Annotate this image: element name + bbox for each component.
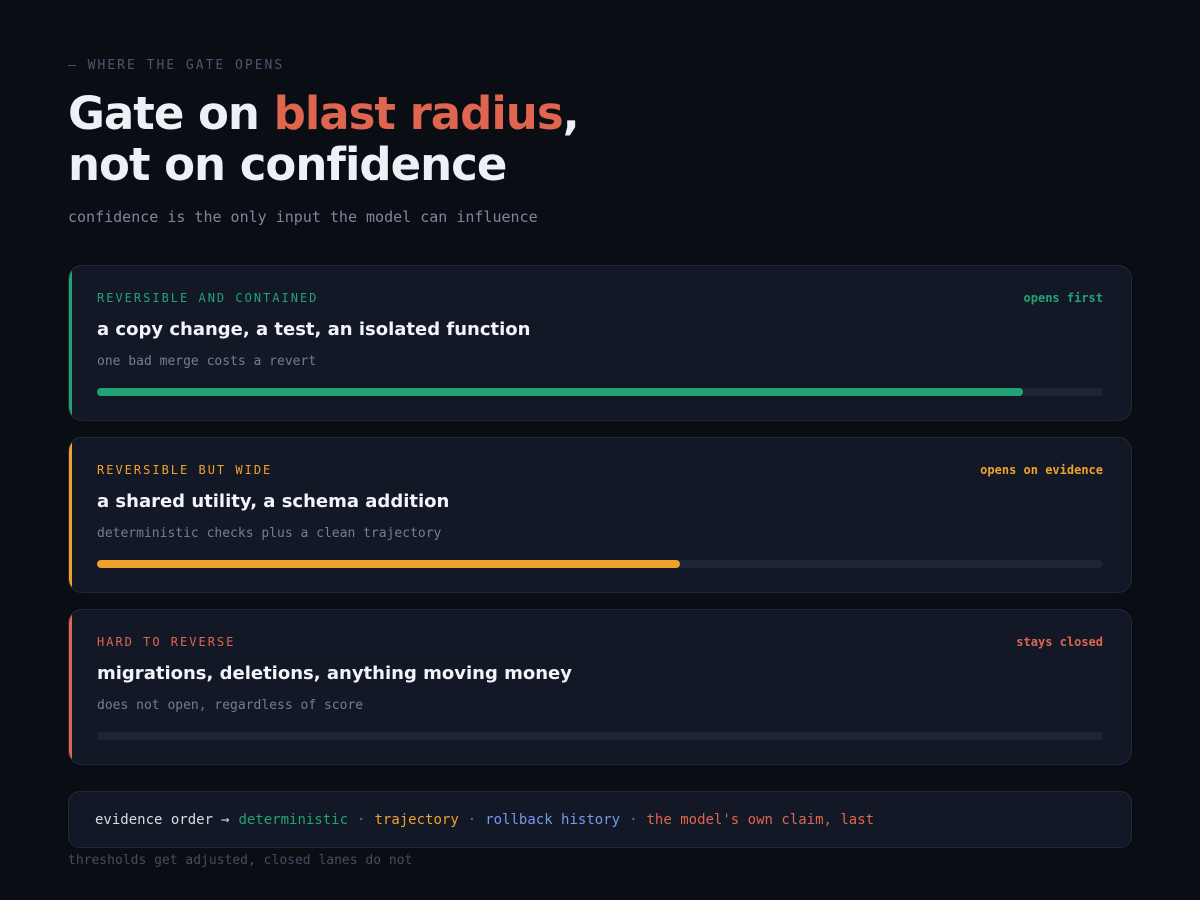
lane-label: REVERSIBLE AND CONTAINED [97,291,319,305]
page-subtitle: confidence is the only input the model c… [68,208,538,226]
page-title: Gate on blast radius, not on confidence [68,87,580,191]
lane-accent-stripe [69,610,72,764]
evidence-item-trajectory: trajectory [374,811,459,828]
lane-progress-fill [97,388,1023,396]
headline-part-2: , [562,87,580,140]
evidence-order-label: evidence order [95,811,214,828]
lane-title: a copy change, a test, an isolated funct… [97,319,531,340]
lane-accent-stripe [69,266,72,420]
section-eyebrow: — WHERE THE GATE OPENS [68,58,285,73]
lane-description: deterministic checks plus a clean trajec… [97,526,442,541]
lane-progress-fill [97,560,681,568]
headline-part-1: Gate on [68,87,274,140]
lane-label: HARD TO REVERSE [97,635,236,649]
evidence-order-panel: evidence order → deterministic · traject… [68,791,1132,848]
dot-separator: · [357,811,366,828]
lane-description: one bad merge costs a revert [97,354,317,369]
dot-separator: · [467,811,477,828]
dot-separator: · [629,811,638,828]
lane-label: REVERSIBLE BUT WIDE [97,463,273,477]
lane-progress-track [97,732,1103,740]
lane-status: opens first [1023,291,1103,305]
lane-title: a shared utility, a schema addition [97,491,450,512]
lane-card-reversible-wide: REVERSIBLE BUT WIDE opens on evidence a … [68,437,1132,593]
evidence-item-deterministic: deterministic [238,811,349,828]
evidence-item-model-claim: the model's own claim, last [646,811,875,828]
headline-accent: blast radius [273,87,564,140]
footnote: thresholds get adjusted, closed lanes do… [68,853,413,868]
lane-status: opens on evidence [980,463,1103,477]
evidence-item-rollback-history: rollback history [485,811,621,828]
arrow-right-icon: → [221,811,230,828]
lane-card-reversible-contained: REVERSIBLE AND CONTAINED opens first a c… [68,265,1132,421]
lane-accent-stripe [69,438,72,592]
lane-status: stays closed [1016,635,1103,649]
lane-progress-track [97,560,1103,568]
lane-title: migrations, deletions, anything moving m… [97,663,572,684]
lane-description: does not open, regardless of score [97,698,364,713]
lane-progress-track [97,388,1103,396]
lane-card-hard-to-reverse: HARD TO REVERSE stays closed migrations,… [68,609,1132,765]
headline-line-2: not on confidence [68,138,507,191]
